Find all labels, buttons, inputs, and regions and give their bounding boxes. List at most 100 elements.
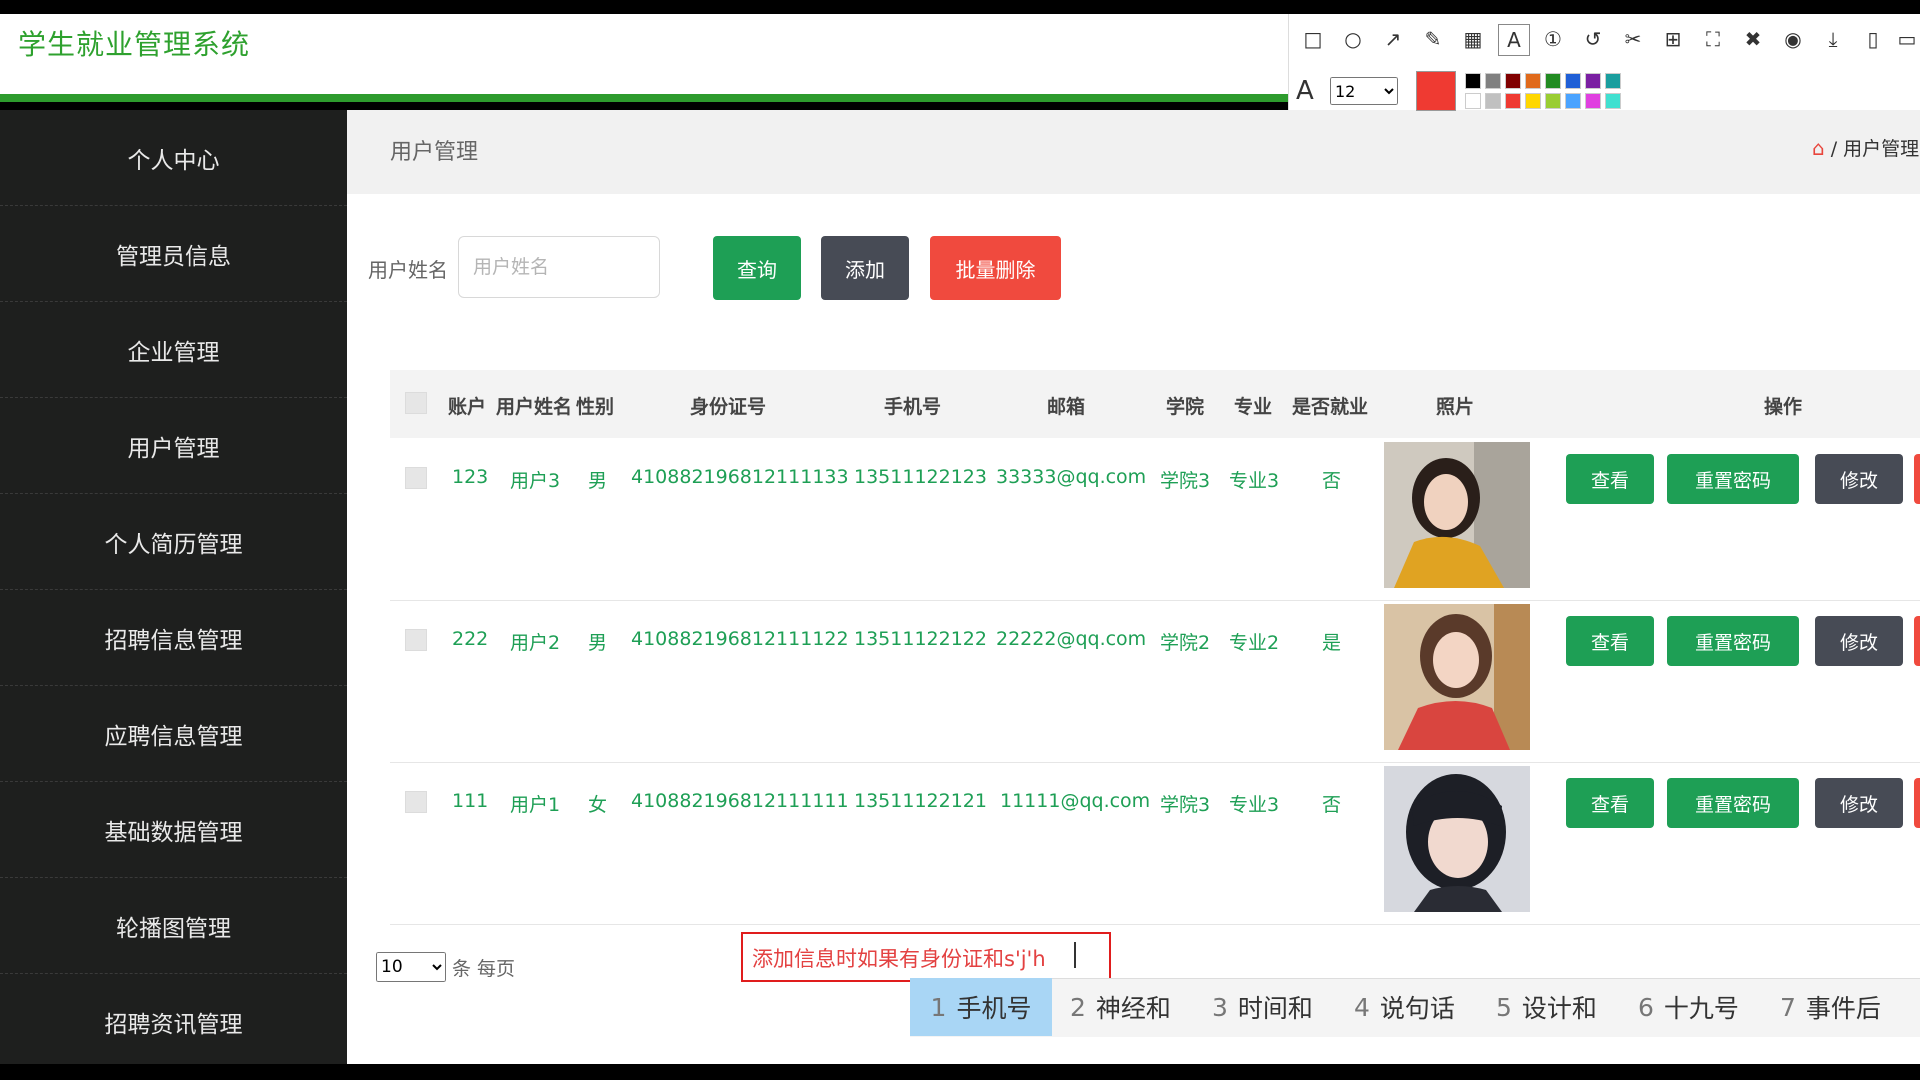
record-icon[interactable]: ◉ [1778, 24, 1808, 54]
close-icon[interactable]: ▭ [1892, 24, 1920, 54]
delete-button[interactable] [1914, 778, 1920, 828]
undo-icon[interactable]: ↺ [1578, 24, 1608, 54]
reset-password-button[interactable]: 重置密码 [1667, 454, 1799, 504]
rectangle-icon[interactable]: □ [1298, 24, 1328, 54]
query-button[interactable]: 查询 [713, 236, 801, 300]
color-swatch[interactable] [1585, 73, 1601, 89]
ime-candidate-4[interactable]: 4 说句话 [1354, 978, 1455, 1036]
number-icon[interactable]: ① [1538, 24, 1568, 54]
color-swatch[interactable] [1565, 73, 1581, 89]
user-photo[interactable] [1384, 442, 1530, 588]
search-input[interactable] [458, 236, 660, 298]
color-swatch[interactable] [1565, 93, 1581, 109]
color-swatch[interactable] [1525, 93, 1541, 109]
reset-password-button[interactable]: 重置密码 [1667, 778, 1799, 828]
ime-candidate-6[interactable]: 6 十九号 [1638, 978, 1739, 1036]
color-swatch[interactable] [1465, 93, 1481, 109]
cell-major: 专业3 [1229, 470, 1280, 492]
page-size-select[interactable]: 10 [376, 952, 446, 982]
cell-name: 用户1 [510, 794, 561, 816]
color-swatch[interactable] [1585, 93, 1601, 109]
ime-candidate-text: 事件后 [1805, 994, 1881, 1023]
delete-button[interactable] [1914, 616, 1920, 666]
color-swatch[interactable] [1505, 93, 1521, 109]
view-button[interactable]: 查看 [1566, 454, 1654, 504]
view-button[interactable]: 查看 [1566, 616, 1654, 666]
font-size-select[interactable]: 12 [1330, 77, 1398, 105]
ime-candidate-num: 4 [1354, 992, 1370, 1022]
current-color-swatch[interactable] [1416, 71, 1456, 111]
row-checkbox[interactable] [405, 791, 427, 813]
cell-employed: 否 [1322, 470, 1342, 492]
sidebar-item-base-data[interactable]: 基础数据管理 [0, 782, 347, 878]
col-phone: 手机号 [884, 396, 942, 418]
ellipse-icon[interactable]: ○ [1338, 24, 1368, 54]
ime-candidate-num: 1 [930, 992, 947, 1022]
cell-account: 222 [452, 628, 489, 650]
ime-candidate-1[interactable]: 1 手机号 [910, 978, 1052, 1036]
pin-icon[interactable]: ✖ [1738, 24, 1768, 54]
sidebar-item-recruitment[interactable]: 招聘信息管理 [0, 590, 347, 686]
row-checkbox[interactable] [405, 467, 427, 489]
ime-candidate-2[interactable]: 2 神经和 [1070, 978, 1171, 1036]
sidebar-item-news[interactable]: 招聘资讯管理 [0, 974, 347, 1070]
pencil-icon[interactable]: ✎ [1418, 24, 1448, 54]
col-name: 用户姓名 [496, 396, 573, 418]
color-swatch[interactable] [1465, 73, 1481, 89]
color-swatch[interactable] [1605, 93, 1621, 109]
copy-icon[interactable]: ▯ [1858, 24, 1888, 54]
ocr-icon[interactable]: ⛶ [1698, 24, 1728, 54]
sidebar-item-personal-center[interactable]: 个人中心 [0, 110, 347, 206]
sidebar-item-company[interactable]: 企业管理 [0, 302, 347, 398]
edit-button[interactable]: 修改 [1815, 778, 1903, 828]
edit-button[interactable]: 修改 [1815, 454, 1903, 504]
cell-college: 学院3 [1160, 470, 1211, 492]
color-swatch[interactable] [1545, 93, 1561, 109]
color-swatch[interactable] [1505, 73, 1521, 89]
batch-delete-button[interactable]: 批量删除 [930, 236, 1061, 300]
sidebar-item-applications[interactable]: 应聘信息管理 [0, 686, 347, 782]
ime-candidate-5[interactable]: 5 设计和 [1496, 978, 1597, 1036]
color-swatch[interactable] [1485, 93, 1501, 109]
bottom-bar [0, 1064, 1920, 1080]
delete-button[interactable] [1914, 454, 1920, 504]
ime-candidate-num: 7 [1780, 992, 1796, 1022]
text-cursor [1074, 942, 1076, 968]
ime-candidate-3[interactable]: 3 时间和 [1212, 978, 1313, 1036]
sidebar-item-resume[interactable]: 个人简历管理 [0, 494, 347, 590]
row-checkbox[interactable] [405, 629, 427, 651]
ime-candidate-text: 设计和 [1521, 994, 1597, 1023]
add-button[interactable]: 添加 [821, 236, 909, 300]
sidebar-item-admin-info[interactable]: 管理员信息 [0, 206, 347, 302]
translate-icon[interactable]: ⊞ [1658, 24, 1688, 54]
sidebar-item-users[interactable]: 用户管理 [0, 398, 347, 494]
download-icon[interactable]: ⤓ [1818, 24, 1848, 54]
cell-id-card: 410882196812111122 [631, 628, 849, 650]
app-title: 学生就业管理系统 [18, 28, 251, 61]
home-icon[interactable]: ⌂ [1812, 136, 1825, 160]
user-photo[interactable] [1384, 766, 1530, 912]
select-all-checkbox[interactable] [405, 392, 427, 414]
ime-candidate-num: 5 [1496, 992, 1512, 1022]
text-icon[interactable]: A [1498, 24, 1530, 56]
view-button[interactable]: 查看 [1566, 778, 1654, 828]
ime-candidate-text: 神经和 [1095, 994, 1171, 1023]
cell-id-card: 410882196812111133 [631, 466, 849, 488]
color-swatch[interactable] [1525, 73, 1541, 89]
cell-email: 22222@qq.com [996, 628, 1147, 650]
breadcrumb-current: 用户管理 [1843, 138, 1920, 160]
sidebar-item-carousel[interactable]: 轮播图管理 [0, 878, 347, 974]
mosaic-icon[interactable]: ▦ [1458, 24, 1488, 54]
user-photo[interactable] [1384, 604, 1530, 750]
table-header [390, 370, 1920, 438]
crop-icon[interactable]: ✂ [1618, 24, 1648, 54]
reset-password-button[interactable]: 重置密码 [1667, 616, 1799, 666]
color-swatch[interactable] [1545, 73, 1561, 89]
color-swatch[interactable] [1605, 73, 1621, 89]
color-swatch[interactable] [1485, 73, 1501, 89]
edit-button[interactable]: 修改 [1815, 616, 1903, 666]
arrow-icon[interactable]: ↗ [1378, 24, 1408, 54]
col-major: 专业 [1234, 396, 1273, 418]
cell-major: 专业3 [1229, 794, 1280, 816]
ime-candidate-7[interactable]: 7 事件后 [1780, 978, 1881, 1036]
